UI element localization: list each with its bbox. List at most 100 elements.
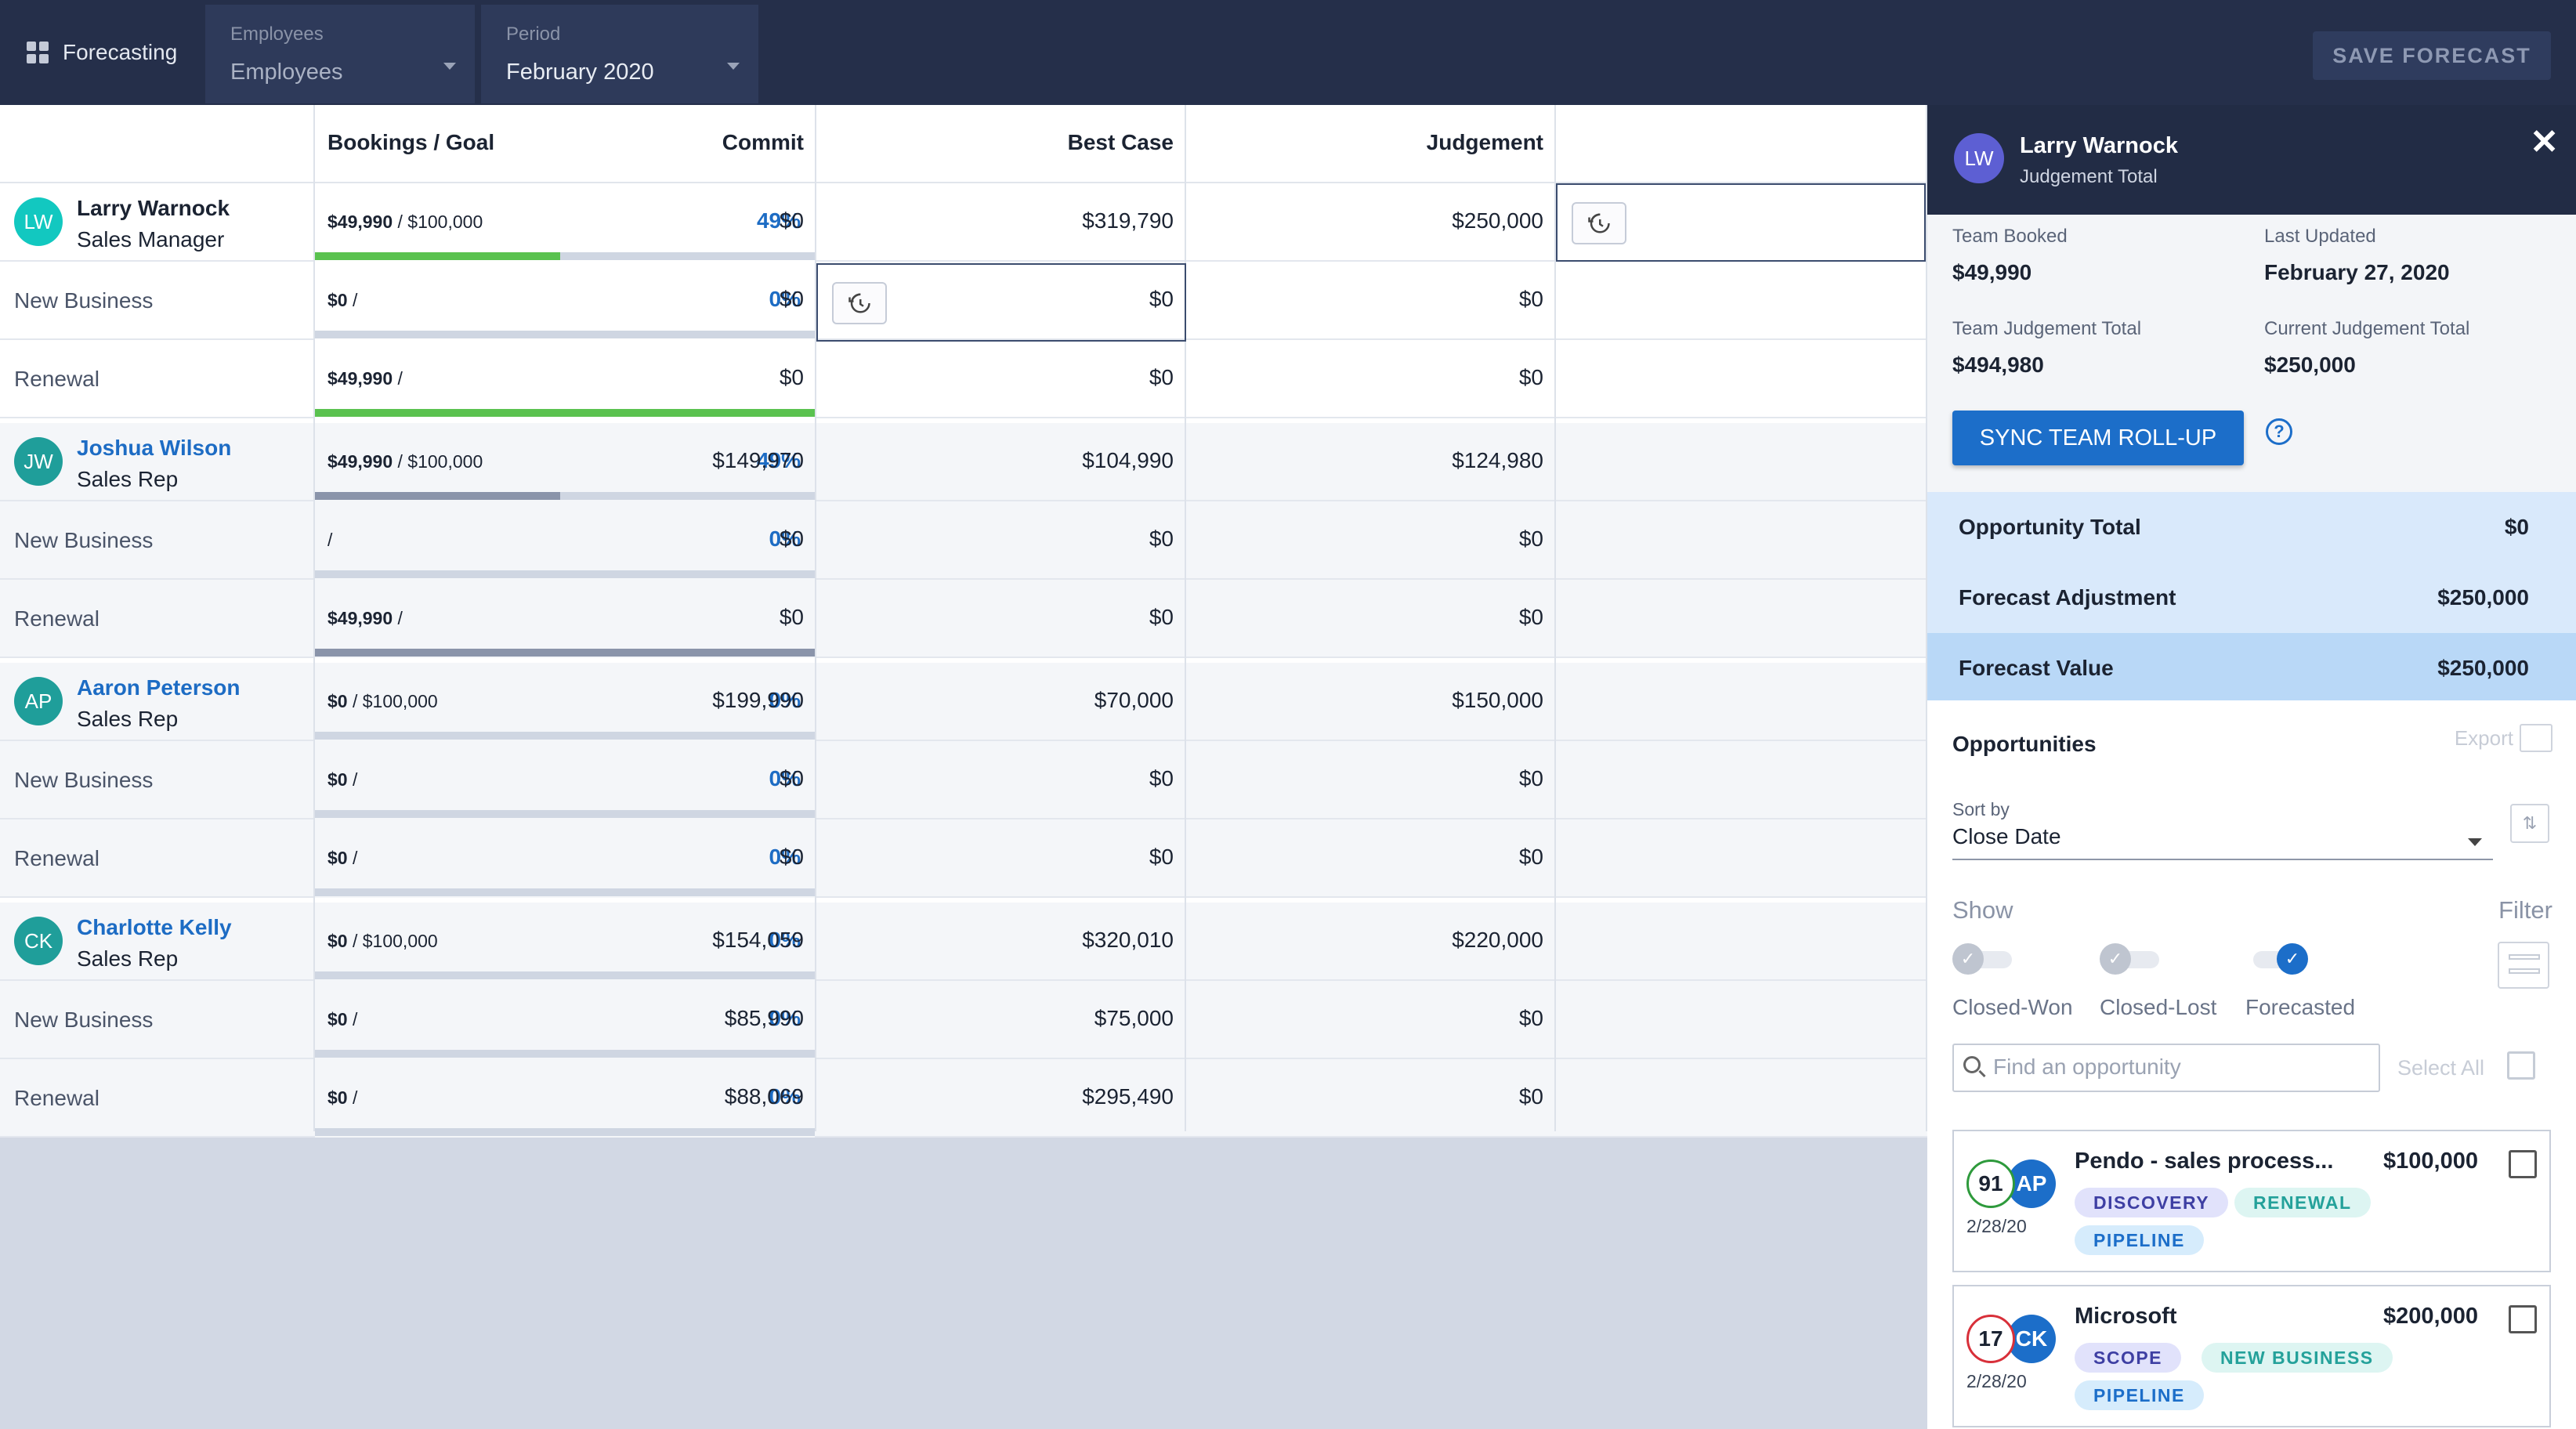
best-case-value[interactable]: $0: [1149, 845, 1174, 870]
best-case-value[interactable]: $0: [1149, 605, 1174, 630]
best-case-value[interactable]: $320,010: [1082, 928, 1174, 953]
commit-value[interactable]: $0: [780, 845, 804, 870]
opportunity-checkbox[interactable]: [2509, 1150, 2537, 1178]
judgement-value[interactable]: $0: [1519, 1084, 1543, 1109]
best-case-value[interactable]: $295,490: [1082, 1084, 1174, 1109]
person-row[interactable]: JW Joshua Wilson Sales Rep $49,990 / $100,0…: [0, 423, 1927, 501]
sync-team-rollup-button[interactable]: SYNC TEAM ROLL-UP: [1952, 411, 2244, 465]
search-input[interactable]: [1993, 1055, 2369, 1080]
opportunity-card[interactable]: 17 CK 2/28/20 Microsoft $200,000 SCOPE N…: [1952, 1285, 2551, 1427]
best-case-value[interactable]: $0: [1149, 526, 1174, 552]
sub-row[interactable]: Renewal $0 /0% $88,069 $295,490 $0: [0, 1059, 1927, 1138]
judgement-value[interactable]: $124,980: [1452, 448, 1543, 473]
attainment-bar-fill: [315, 492, 560, 500]
sort-by-select[interactable]: Close Date: [1952, 824, 2493, 860]
commit-edit-cell[interactable]: [816, 263, 1186, 342]
sort-direction-icon[interactable]: ⇅: [2510, 804, 2549, 843]
check-icon: ✓: [1952, 943, 1984, 975]
filter-icon[interactable]: [2498, 942, 2549, 989]
type-tag: NEW BUSINESS: [2202, 1343, 2393, 1373]
row-label: Renewal: [14, 846, 99, 870]
toggle-closed-won[interactable]: ✓: [1952, 943, 2015, 975]
judgement-value[interactable]: $0: [1519, 1006, 1543, 1031]
history-button[interactable]: [1572, 202, 1626, 244]
commit-value[interactable]: $0: [780, 365, 804, 390]
name-cell: Renewal: [0, 819, 313, 898]
opportunity-checkbox[interactable]: [2509, 1305, 2537, 1333]
employees-select[interactable]: Employees Employees: [205, 5, 475, 103]
toggle-forecasted[interactable]: ✓: [2245, 943, 2308, 975]
judgement-value[interactable]: $0: [1519, 287, 1543, 312]
judgement-edit-cell[interactable]: [1556, 183, 1926, 262]
best-case-value[interactable]: $70,000: [1094, 688, 1174, 713]
judgement-value[interactable]: $0: [1519, 365, 1543, 390]
forecast-value-row: Forecast Value $250,000: [1927, 633, 2576, 704]
close-icon[interactable]: ✕: [2530, 122, 2559, 162]
best-case-value[interactable]: $0: [1149, 365, 1174, 390]
toggle-closed-lost[interactable]: ✓: [2100, 943, 2162, 975]
judgement-value[interactable]: $0: [1519, 605, 1543, 630]
judgement-value[interactable]: $0: [1519, 526, 1543, 552]
export-button[interactable]: Export: [2455, 724, 2552, 752]
best-case-value[interactable]: $104,990: [1082, 448, 1174, 473]
opportunity-card[interactable]: 91 AP 2/28/20 Pendo - sales process... $…: [1952, 1130, 2551, 1272]
avatar: LW: [14, 197, 63, 246]
sub-row[interactable]: New Business $0 /0% $85,990 $75,000 $0: [0, 981, 1927, 1059]
bookings-amount: $0 /: [327, 769, 357, 790]
column-divider: [815, 105, 816, 1131]
commit-value[interactable]: $0: [780, 766, 804, 791]
forecasting-nav[interactable]: Forecasting: [0, 0, 197, 105]
commit-value[interactable]: $0: [780, 208, 804, 233]
period-select[interactable]: Period February 2020: [481, 5, 758, 103]
opportunity-name[interactable]: Microsoft: [2075, 1304, 2177, 1330]
sub-row[interactable]: Renewal $0 /0% $0 $0 $0: [0, 819, 1927, 898]
commit-value[interactable]: $85,990: [725, 1006, 804, 1031]
commit-value[interactable]: $0: [780, 526, 804, 552]
judgement-value[interactable]: $150,000: [1452, 688, 1543, 713]
person-row[interactable]: CK Charlotte Kelly Sales Rep $0 / $100,000 0…: [0, 903, 1927, 981]
row-label: Renewal: [14, 1086, 99, 1110]
help-icon[interactable]: ?: [2266, 418, 2292, 445]
forecast-category-tag: PIPELINE: [2075, 1380, 2204, 1410]
commit-value[interactable]: $0: [780, 605, 804, 630]
best-case-value[interactable]: $319,790: [1082, 208, 1174, 233]
sub-row[interactable]: New Business $0 /0% $0 $0 $0: [0, 741, 1927, 819]
person-name[interactable]: Aaron Peterson: [77, 675, 241, 700]
column-divider: [1185, 105, 1186, 1131]
judgement-panel: LW Larry Warnock Judgement Total ✕ Team …: [1927, 105, 2576, 1429]
commit-value[interactable]: $154,059: [712, 928, 804, 953]
goal-value: / $100,000: [393, 451, 483, 472]
person-name[interactable]: Charlotte Kelly: [77, 915, 232, 940]
save-forecast-button[interactable]: SAVE FORECAST: [2313, 31, 2551, 80]
sub-row[interactable]: Renewal $49,990 / $0 $0 $0: [0, 580, 1927, 658]
opportunity-search[interactable]: [1952, 1044, 2380, 1092]
name-cell: New Business: [0, 501, 313, 580]
last-updated-value: February 27, 2020: [2264, 260, 2450, 284]
best-case-value[interactable]: $0: [1149, 766, 1174, 791]
attainment-bar-fill: [315, 409, 815, 417]
commit-value[interactable]: $149,970: [712, 448, 804, 473]
sub-row[interactable]: New Business/0% $0 $0 $0: [0, 501, 1927, 580]
sort-by-label: Sort by: [1952, 799, 2010, 819]
judgement-value[interactable]: $250,000: [1452, 208, 1543, 233]
forecast-value-value: $250,000: [2437, 656, 2529, 680]
chevron-down-icon: [2468, 838, 2482, 846]
name-cell: New Business: [0, 981, 313, 1059]
check-icon: ✓: [2100, 943, 2131, 975]
judgement-value[interactable]: $0: [1519, 766, 1543, 791]
commit-value[interactable]: $199,990: [712, 688, 804, 713]
commit-value[interactable]: $0: [780, 287, 804, 312]
person-row[interactable]: AP Aaron Peterson Sales Rep $0 / $100,000 0%…: [0, 663, 1927, 741]
judgement-value[interactable]: $220,000: [1452, 928, 1543, 953]
panel-header: LW Larry Warnock Judgement Total ✕: [1927, 105, 2576, 215]
type-tag: RENEWAL: [2234, 1188, 2371, 1217]
opportunity-name[interactable]: Pendo - sales process...: [2075, 1149, 2333, 1174]
judgement-value[interactable]: $0: [1519, 845, 1543, 870]
best-case-value[interactable]: $75,000: [1094, 1006, 1174, 1031]
select-all-checkbox[interactable]: [2507, 1051, 2535, 1080]
person-name[interactable]: Joshua Wilson: [77, 436, 231, 461]
sub-row[interactable]: Renewal $49,990 / $0 $0 $0: [0, 340, 1927, 418]
history-button[interactable]: [832, 282, 887, 324]
commit-value[interactable]: $88,069: [725, 1084, 804, 1109]
opportunity-total-value: $0: [2504, 515, 2529, 539]
